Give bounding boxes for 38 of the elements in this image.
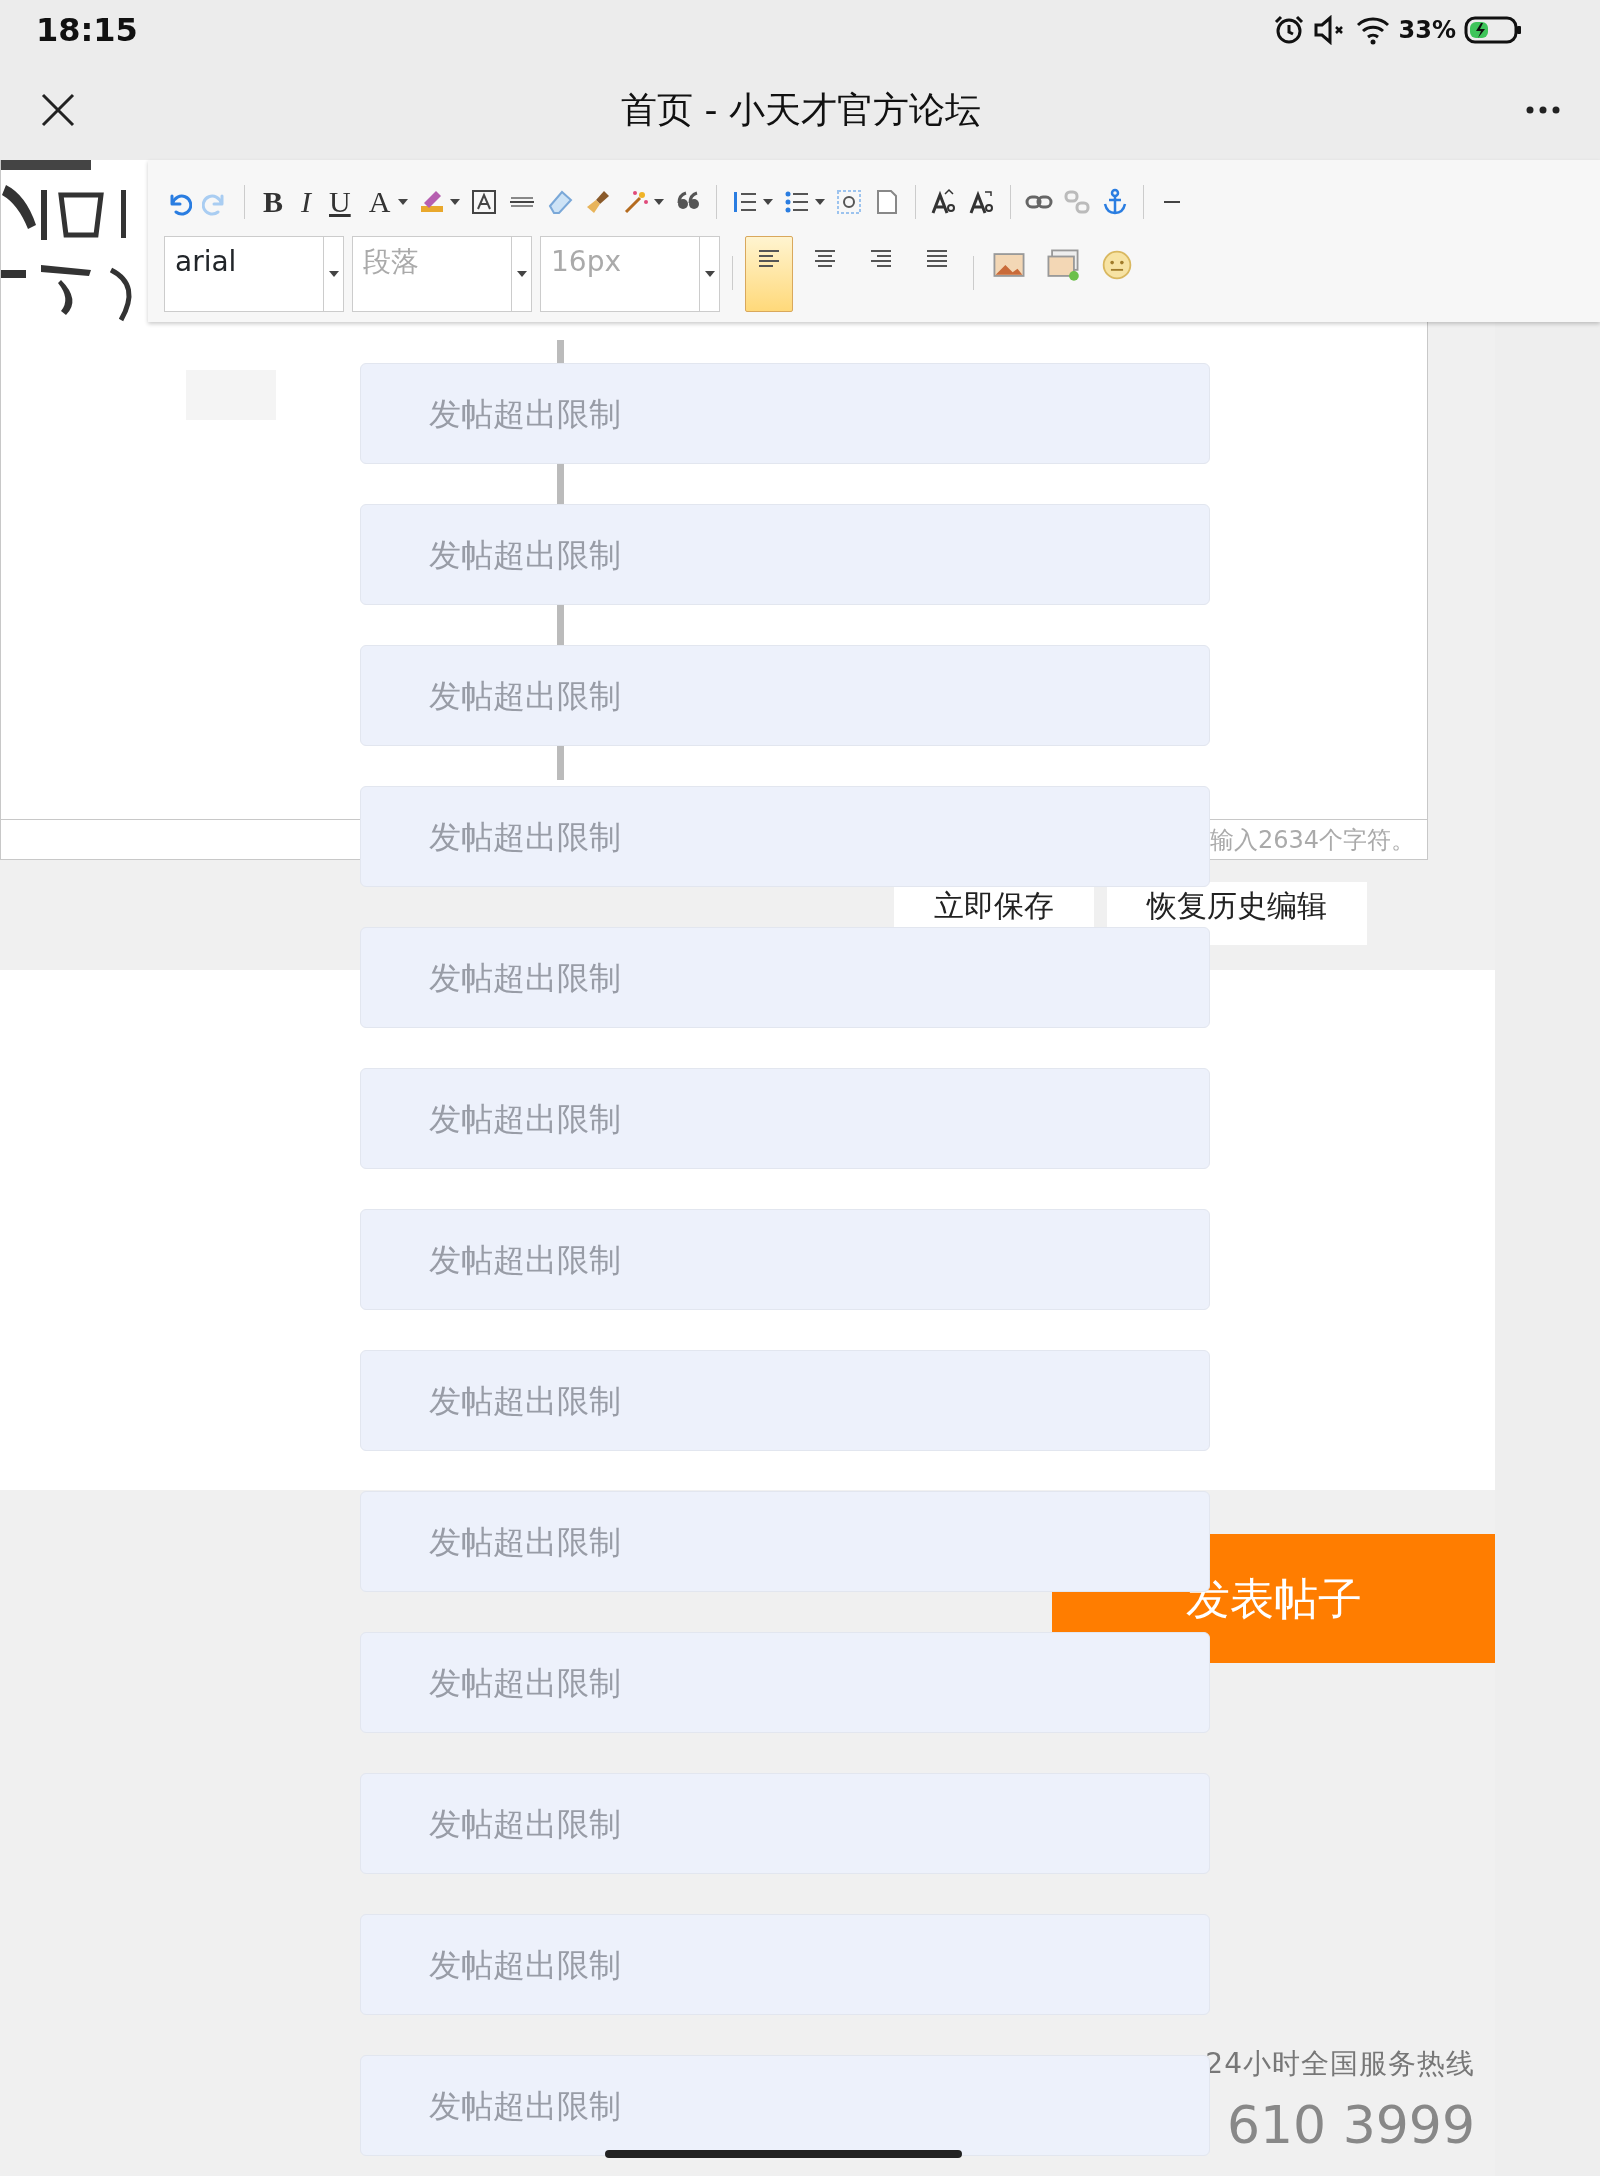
caret-icon[interactable] [763, 199, 774, 205]
magic-wand-icon[interactable] [622, 188, 651, 216]
gallery-icon[interactable] [1046, 248, 1080, 282]
alarm-icon [1272, 14, 1305, 46]
align-left-button[interactable] [745, 236, 793, 312]
select-field[interactable]: arial [164, 236, 344, 312]
caret-icon[interactable] [654, 199, 665, 205]
limit-toast: 发帖超出限制 [360, 927, 1210, 1028]
window-title: 首页 - 小天才官方论坛 [621, 88, 981, 132]
more-icon[interactable] [1526, 106, 1560, 114]
format-button[interactable]: A [364, 185, 395, 219]
emoji-icon[interactable] [1100, 248, 1134, 282]
limit-toast: 发帖超出限制 [360, 786, 1210, 887]
limit-toast: 发帖超出限制 [360, 1632, 1210, 1733]
limit-toast: 发帖超出限制 [360, 1068, 1210, 1169]
limit-toast: 发帖超出限制 [360, 1914, 1210, 2015]
status-time: 18:15 [36, 10, 138, 51]
battery-percent: 33% [1398, 15, 1456, 46]
limit-toast: 发帖超出限制 [360, 363, 1210, 464]
caret-icon[interactable] [815, 199, 826, 205]
limit-toast: 发帖超出限制 [360, 504, 1210, 605]
close-icon[interactable] [40, 92, 76, 128]
limit-toast: 发帖超出限制 [360, 645, 1210, 746]
format-button[interactable]: U [325, 185, 355, 219]
limit-toast: 发帖超出限制 [360, 2055, 1210, 2156]
frame-icon[interactable] [835, 188, 864, 216]
format-button[interactable]: B [259, 185, 287, 219]
wifi-icon [1354, 15, 1391, 45]
limit-toast: 发帖超出限制 [360, 1350, 1210, 1451]
limit-toast: 发帖超出限制 [360, 1773, 1210, 1874]
word-count: 输入2634个字符。 [1209, 824, 1415, 856]
caret-icon[interactable] [398, 199, 409, 205]
battery-icon [1464, 15, 1522, 45]
limit-toast: 发帖超出限制 [360, 1209, 1210, 1310]
caret-icon[interactable] [450, 199, 461, 205]
text-box-icon[interactable] [470, 188, 499, 216]
format-button[interactable]: I [297, 185, 315, 219]
hotline-number: 610 3999 [1226, 2099, 1476, 2151]
